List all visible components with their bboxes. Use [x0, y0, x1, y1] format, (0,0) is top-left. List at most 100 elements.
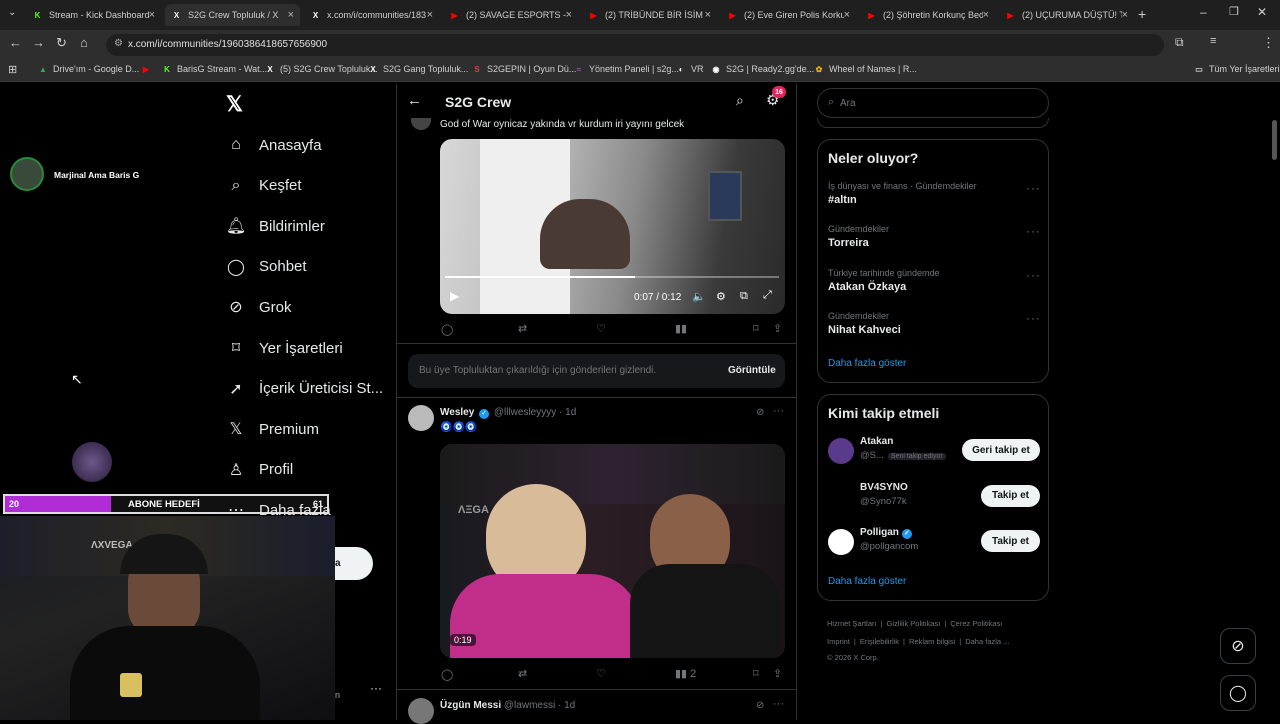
trend-item[interactable]: Türkiye tarihinde gündemde Atakan Özkaya ·… — [828, 268, 1041, 293]
apps-grid-icon[interactable]: ⊞ — [8, 63, 17, 76]
follow-suggestion[interactable]: BV4SYNO @Syno77k Takip et — [828, 482, 1040, 518]
play-icon[interactable]: ▶ — [450, 289, 459, 303]
url-text[interactable]: x.com/i/communities/1960386418657656900 — [128, 39, 327, 50]
trend-item[interactable]: Gündemdekiler Torreira ··· — [828, 224, 1041, 249]
like-icon[interactable]: ♡ — [596, 667, 606, 680]
post-author[interactable]: Üzgün Messi — [440, 700, 501, 711]
footer-link[interactable]: Imprint — [827, 637, 850, 646]
tab-close-icon[interactable]: × — [844, 9, 850, 21]
sidebar-item-chat[interactable]: ◯ Sohbet — [226, 251, 307, 283]
bookmark-item[interactable]: ▲ Drive'ım - Google D... — [38, 64, 139, 74]
search-box[interactable]: ⌕ Ara — [817, 88, 1049, 118]
fullscreen-icon[interactable]: ⤢ — [763, 289, 772, 302]
post-video[interactable]: ΛΞGA 0:19 — [440, 444, 785, 658]
footer-link[interactable]: Çerez Politikası — [950, 619, 1002, 628]
views-count[interactable]: ▮▮ 2 — [675, 667, 696, 681]
repost-icon[interactable]: ⇄ — [518, 667, 527, 680]
browser-tab[interactable]: ▶ (2) UÇURUMA DÜŞTÜ! Tu × — [999, 4, 1134, 26]
back-arrow-icon[interactable]: ← — [407, 92, 422, 109]
avatar[interactable] — [828, 483, 854, 510]
follow-button[interactable]: Takip et — [981, 484, 1040, 507]
follow-suggestion[interactable]: Polligan ✓ @pollgancom Takip et — [828, 527, 1040, 563]
post-author[interactable]: Wesley — [440, 407, 474, 418]
post-button[interactable]: a — [335, 547, 373, 580]
bookmark-item[interactable]: S S2GEPIN | Oyun Dü... — [472, 64, 576, 74]
sidebar-item-x-logo[interactable]: 𝕏 Premium — [226, 413, 319, 445]
extensions-icon[interactable]: ⧉ — [1175, 35, 1184, 50]
tab-close-icon[interactable]: × — [1122, 9, 1128, 21]
bookmark-item[interactable]: X S2G Gang Topluluk... — [368, 64, 468, 74]
sidebar-item-more-circle[interactable]: ⋯ Daha fazla — [226, 494, 331, 526]
post-more-icon[interactable]: ··· — [773, 698, 784, 710]
reload-icon[interactable]: ↻ — [56, 35, 67, 51]
footer-link[interactable]: Reklam bilgisi — [909, 637, 955, 646]
browser-tab[interactable]: ▶ (2) Şöhretin Korkunç Bede × — [860, 4, 995, 26]
follow-back-button[interactable]: Geri takip et — [962, 439, 1040, 461]
back-icon[interactable]: ← — [9, 35, 22, 50]
browser-tab[interactable]: Xx.com/i/communities/183 × — [304, 4, 439, 26]
bookmark-icon[interactable]: ⌑ — [753, 667, 759, 680]
messages-float-icon[interactable]: ◯ — [1220, 675, 1256, 711]
post-time[interactable]: · 1d — [558, 700, 575, 711]
all-bookmarks-folder[interactable]: ▭ Tüm Yer İşaretleri — [1194, 64, 1279, 74]
grok-post-icon[interactable]: ⊘ — [756, 700, 764, 711]
video-settings-icon[interactable]: ⚙ — [716, 290, 726, 303]
post-avatar[interactable] — [411, 118, 431, 130]
grok-float-icon[interactable]: ⊘ — [1220, 628, 1256, 664]
footer-link[interactable]: Erişilebilirlik — [860, 637, 899, 646]
sidebar-item-rocket[interactable]: ➚ İçerik Üreticisi St... — [226, 373, 383, 405]
post-more-icon[interactable]: ··· — [773, 405, 784, 417]
trend-item[interactable]: İş dünyası ve finans · Gündemdekiler #alt… — [828, 181, 1040, 206]
volume-icon[interactable]: 🔈 — [692, 290, 706, 303]
sidebar-item-home[interactable]: ⌂ Anasayfa — [226, 129, 321, 161]
home-browser-icon[interactable]: ⌂ — [80, 35, 88, 50]
view-hidden-button[interactable]: Görüntüle — [728, 365, 776, 376]
reply-icon[interactable]: ◯ — [441, 323, 453, 336]
tab-close-icon[interactable]: × — [288, 9, 294, 21]
trend-more-icon[interactable]: ··· — [1026, 311, 1041, 325]
tab-close-icon[interactable]: × — [427, 9, 433, 21]
media-icon[interactable]: ≡ — [1210, 35, 1216, 47]
browser-tab[interactable]: ▶ (2) SAVAGE ESPORTS - EV× — [443, 4, 578, 26]
menu-kebab-icon[interactable]: ⋮ — [1262, 35, 1275, 51]
follow-name[interactable]: Polligan — [860, 527, 899, 538]
post-avatar[interactable] — [408, 405, 434, 431]
forward-icon[interactable]: → — [32, 35, 45, 50]
follow-name[interactable]: Atakan — [860, 436, 893, 447]
bookmark-icon[interactable]: ⌑ — [753, 322, 759, 335]
sidebar-item-bookmark[interactable]: ⌑ Yer İşaretleri — [226, 332, 343, 364]
bookmark-item[interactable]: ≈ Yönetim Paneli | s2g... — [574, 64, 679, 74]
bookmark-item[interactable]: X (5) S2G Crew Topluluk... — [265, 64, 378, 74]
page-scrollbar[interactable] — [1272, 120, 1277, 160]
trend-more-icon[interactable]: ··· — [1026, 224, 1041, 238]
views-icon[interactable]: ▮▮ — [675, 322, 687, 335]
bookmark-item[interactable]: ◐ VR — [676, 64, 704, 74]
browser-tab[interactable]: X S2G Crew Topluluk / X × — [165, 4, 300, 26]
bookmark-item[interactable]: ✿ Wheel of Names | R... — [814, 64, 917, 74]
tab-search-icon[interactable]: ⌄ — [8, 7, 16, 18]
repost-icon[interactable]: ⇄ — [518, 322, 527, 335]
follow-name[interactable]: BV4SYNO — [860, 482, 908, 493]
close-window-icon[interactable]: ✕ — [1257, 5, 1267, 19]
browser-tab[interactable]: K Stream - Kick Dashboard × — [26, 4, 161, 26]
footer-link[interactable]: Daha fazla ... — [965, 637, 1009, 646]
sidebar-item-grok[interactable]: ⊘ Grok — [226, 291, 291, 323]
new-tab-icon[interactable]: + — [1138, 6, 1146, 22]
avatar[interactable] — [828, 438, 854, 464]
post-time[interactable]: · 1d — [559, 407, 576, 418]
bookmark-item[interactable]: ▶ — [141, 64, 156, 74]
post-handle[interactable]: @lawmessi — [504, 700, 555, 711]
like-icon[interactable]: ♡ — [596, 322, 606, 335]
trend-item[interactable]: Gündemdekiler Nihat Kahveci ··· — [828, 311, 1041, 336]
reply-icon[interactable]: ◯ — [441, 668, 453, 681]
sidebar-item-bell[interactable]: 🔔︎ Bildirimler — [226, 210, 325, 242]
share-icon[interactable]: ⇪ — [773, 322, 782, 335]
footer-link[interactable]: Gizlilik Politikası — [887, 619, 941, 628]
trend-more-icon[interactable]: ··· — [1026, 268, 1041, 282]
site-info-icon[interactable]: ⚙ — [114, 38, 123, 49]
sidebar-item-person[interactable]: ♙ Profil — [226, 454, 293, 486]
post-handle[interactable]: @lllwesleyyyy — [494, 407, 556, 418]
tab-close-icon[interactable]: × — [983, 9, 989, 21]
browser-tab[interactable]: ▶ (2) Eve Giren Polis Korkun × — [721, 4, 856, 26]
post-avatar[interactable] — [408, 698, 434, 724]
